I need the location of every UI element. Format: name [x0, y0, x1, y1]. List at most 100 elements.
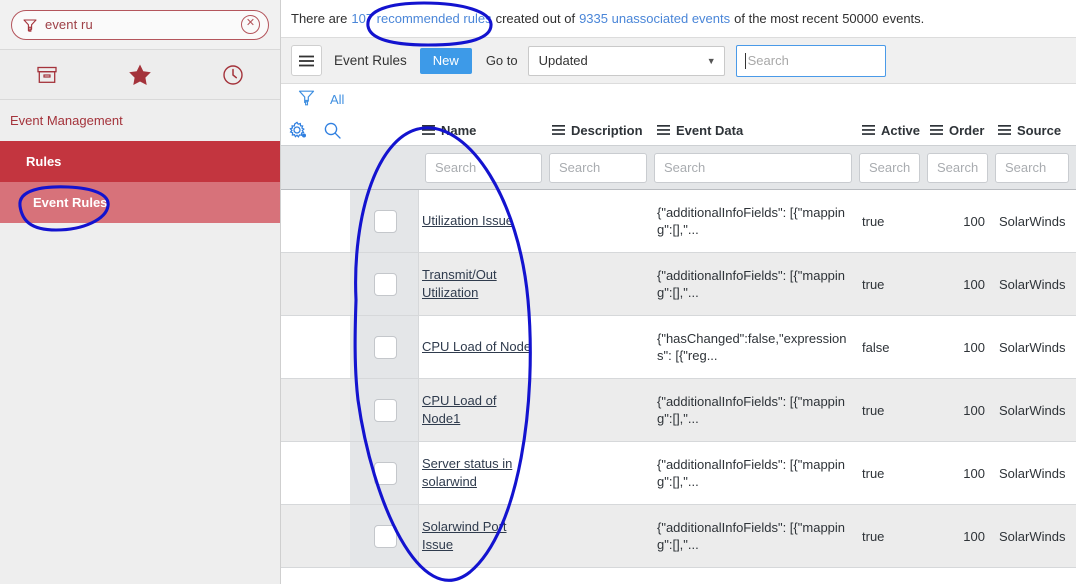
row-spacer: [281, 379, 314, 441]
rule-name-link[interactable]: CPU Load of Node1: [422, 392, 538, 428]
rule-name-link[interactable]: Utilization Issue: [422, 212, 513, 230]
row-checkbox[interactable]: [374, 209, 397, 233]
column-search-name[interactable]: Search: [425, 152, 542, 183]
cell-name: CPU Load of Node: [419, 316, 549, 378]
banner-suffix: events.: [882, 11, 925, 26]
cell-order: 100: [963, 213, 985, 229]
row-spacer: [281, 190, 314, 252]
sidebar: event ru ✕ Event Management Rules Event …: [0, 0, 281, 584]
cell-order: 100: [963, 402, 985, 418]
row-select-cell: [350, 316, 419, 378]
table-row[interactable]: CPU Load of Node1 {"additionalInfoFields…: [281, 379, 1076, 442]
column-header-label: Source: [1017, 122, 1062, 138]
cell-source: SolarWinds: [999, 528, 1066, 544]
row-spacer: [314, 442, 350, 504]
goto-label: Go to: [485, 53, 518, 68]
row-select-cell: [350, 505, 419, 567]
gear-icon[interactable]: [281, 121, 314, 140]
table-row[interactable]: Transmit/Out Utilization {"additionalInf…: [281, 253, 1076, 316]
cell-description: [549, 316, 654, 378]
rule-name-link[interactable]: Transmit/Out Utilization: [422, 266, 538, 302]
row-checkbox[interactable]: [374, 461, 397, 485]
row-select-cell: [350, 253, 419, 315]
rule-name-link[interactable]: Server status in solarwind: [422, 455, 538, 491]
sidebar-empty-area: [0, 223, 280, 584]
sidebar-item-label: Rules: [26, 154, 62, 169]
cell-name: Server status in solarwind: [419, 442, 549, 504]
star-icon[interactable]: [93, 63, 186, 86]
archive-icon[interactable]: [0, 65, 93, 85]
goto-select[interactable]: Updated ▼: [527, 45, 725, 76]
sidebar-item-rules[interactable]: Rules: [0, 141, 280, 182]
unassociated-events-link[interactable]: 9335 unassociated events: [579, 11, 730, 26]
filter-preset-all[interactable]: All: [330, 92, 344, 107]
row-spacer: [281, 316, 314, 378]
cell-active: true: [862, 528, 885, 544]
column-header-description[interactable]: Description: [549, 123, 654, 138]
rule-name-link[interactable]: Solarwind Port Issue: [422, 518, 538, 554]
filter-preset-row: All: [281, 84, 1076, 115]
magnifier-icon[interactable]: [314, 121, 350, 140]
column-search-event-data[interactable]: Search: [654, 152, 852, 183]
row-checkbox[interactable]: [374, 524, 397, 548]
row-select-cell: [350, 190, 419, 252]
row-spacer: [314, 253, 350, 315]
column-search-active[interactable]: Search: [859, 152, 920, 183]
new-button[interactable]: New: [419, 47, 472, 74]
column-header-active[interactable]: Active: [859, 123, 927, 138]
toolbar-search-input[interactable]: Search: [735, 44, 886, 77]
cell-event-data: {"additionalInfoFields": [{"mapping":[],…: [657, 268, 846, 300]
column-header-order[interactable]: Order: [927, 123, 995, 138]
table-row[interactable]: CPU Load of Node {"hasChanged":false,"ex…: [281, 316, 1076, 379]
column-header-label: Event Data: [676, 122, 744, 138]
clear-circle-icon[interactable]: ✕: [241, 15, 260, 34]
sidebar-item-event-rules[interactable]: Event Rules: [0, 182, 280, 223]
cell-name: Transmit/Out Utilization: [419, 253, 549, 315]
funnel-icon: [22, 17, 38, 33]
rule-name-link[interactable]: CPU Load of Node: [422, 338, 531, 356]
goto-select-value: Updated: [538, 53, 588, 68]
toolbar-search-placeholder: Search: [747, 53, 789, 68]
recommended-rules-link[interactable]: 107 recommended rules: [351, 11, 491, 26]
column-menu-icon[interactable]: [422, 125, 435, 135]
row-select-cell: [350, 379, 419, 441]
cell-order: 100: [963, 465, 985, 481]
sidebar-filter-input[interactable]: event ru ✕: [11, 9, 269, 40]
column-menu-icon[interactable]: [998, 125, 1011, 135]
cell-active: false: [862, 339, 890, 355]
column-menu-icon[interactable]: [552, 125, 565, 135]
column-menu-icon[interactable]: [930, 125, 943, 135]
page-title: Event Rules: [334, 53, 407, 68]
banner-prefix: There are: [291, 11, 348, 26]
column-header-source[interactable]: Source: [995, 123, 1076, 138]
column-search-description[interactable]: Search: [549, 152, 647, 183]
table-row[interactable]: Server status in solarwind {"additionalI…: [281, 442, 1076, 505]
banner-mid1: created out of: [495, 11, 576, 26]
banner-event-count: 50000: [842, 11, 879, 26]
column-menu-icon[interactable]: [657, 125, 670, 135]
cell-event-data: {"hasChanged":false,"expressions": [{"re…: [657, 331, 847, 363]
column-menu-icon[interactable]: [862, 125, 875, 135]
clock-icon[interactable]: [187, 64, 280, 86]
column-search-event-data-cell: Search: [654, 152, 859, 183]
cell-event-data: {"additionalInfoFields": [{"mapping":[],…: [657, 205, 846, 237]
hamburger-icon[interactable]: [291, 45, 322, 76]
cell-order: 100: [963, 339, 985, 355]
cell-order: 100: [963, 528, 985, 544]
column-header-event-data[interactable]: Event Data: [654, 123, 859, 138]
column-search-order[interactable]: Search: [927, 152, 988, 183]
sidebar-item-label: Event Rules: [33, 195, 108, 210]
row-checkbox[interactable]: [374, 335, 397, 359]
grid-header-row: Name Description Event Data Active Order: [281, 115, 1076, 145]
funnel-icon[interactable]: [298, 89, 315, 110]
table-row[interactable]: Solarwind Port Issue {"additionalInfoFie…: [281, 505, 1076, 568]
row-checkbox[interactable]: [374, 272, 397, 296]
column-search-source-cell: Search: [995, 152, 1076, 183]
table-row[interactable]: Utilization Issue {"additionalInfoFields…: [281, 190, 1076, 253]
cell-active: true: [862, 213, 885, 229]
column-header-name[interactable]: Name: [419, 123, 549, 138]
row-spacer: [281, 442, 314, 504]
column-search-source[interactable]: Search: [995, 152, 1069, 183]
grid-column-search-row: Search Search Search Search Search Searc…: [281, 145, 1076, 190]
row-checkbox[interactable]: [374, 398, 397, 422]
